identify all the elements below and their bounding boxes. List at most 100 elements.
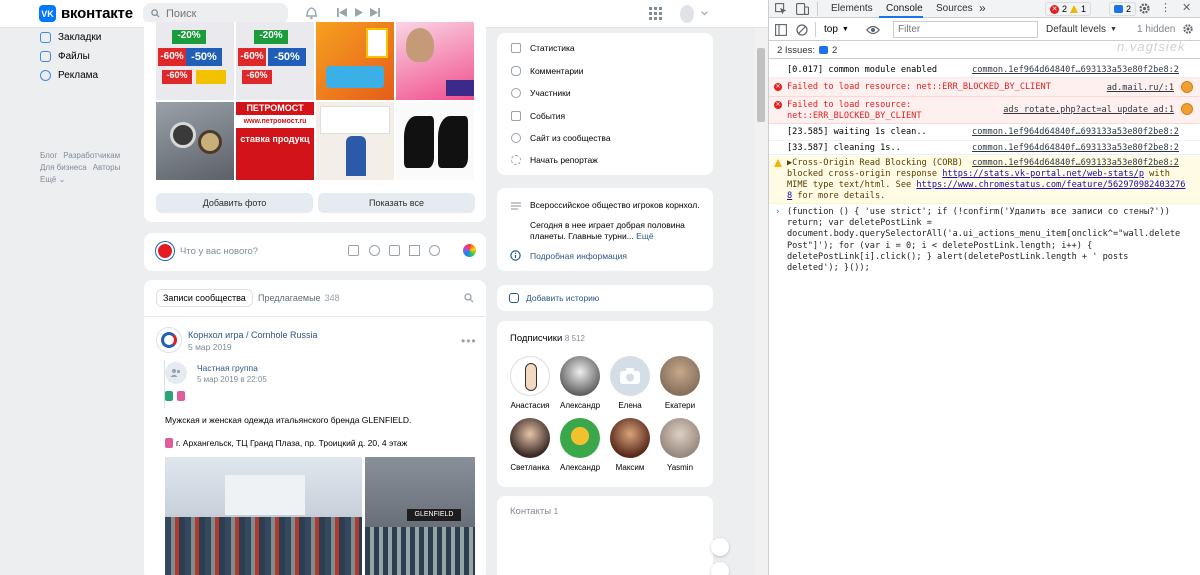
bell-icon[interactable] [305,5,318,20]
menu-members[interactable]: Участники [511,88,571,98]
next-track-icon[interactable] [370,8,380,17]
tab-elements[interactable]: Elements [831,3,873,14]
show-all-photos-button[interactable]: Показать все [318,193,475,213]
search-input[interactable] [166,7,276,20]
log-levels-dropdown[interactable]: Default levels ▼ [1046,24,1117,35]
composer-placeholder[interactable]: Что у вас нового? [180,246,258,257]
console-source-link[interactable]: common.1ef964d64840f…693133a53e80f2be8:2 [972,127,1179,138]
nav-bookmarks[interactable]: Закладки [36,28,146,47]
clear-console-icon[interactable] [796,24,808,36]
console-command[interactable]: › (function () { 'use strict'; if (!conf… [769,204,1200,276]
vk-logo[interactable]: VK вконтакте [39,5,133,22]
device-toolbar-icon[interactable] [796,3,809,15]
poll-icon[interactable] [409,245,420,256]
description-more-link[interactable]: Ещё [636,231,653,241]
apps-grid-icon[interactable] [649,7,662,20]
menu-comments[interactable]: Комментарии [511,66,584,76]
console-source-link[interactable]: common.1ef964d64840f…693133a53e80f2be8:2 [968,158,1179,169]
command-code[interactable]: (function () { 'use strict'; if (!confir… [787,207,1199,274]
search-icon[interactable] [464,293,474,303]
tab-community-posts[interactable]: Записи сообщества [156,289,253,307]
subscriber-item[interactable]: Елена [608,356,652,410]
photo-icon[interactable] [348,245,359,256]
play-icon[interactable] [355,8,363,17]
scroll-up-button[interactable] [711,538,729,556]
post-photo-store-front[interactable]: GLENFIELD [365,457,475,575]
photo-promo-1[interactable] [316,22,394,100]
subscriber-item[interactable]: Александр [558,356,602,410]
post-more-icon[interactable]: ••• [461,334,477,348]
post-photo-store-interior[interactable] [165,457,362,575]
console-source-link[interactable]: common.1ef964d64840f…693133a53e80f2be8:2 [972,143,1179,154]
nav-files[interactable]: Файлы [36,47,146,66]
post-author-avatar[interactable] [156,327,182,353]
repost-date[interactable]: 5 мар 2019 в 22:05 [197,375,267,384]
menu-live[interactable]: Начать репортаж [511,155,598,165]
subscriber-item[interactable]: Александр [558,418,602,472]
console-source-link[interactable]: common.1ef964d64840f…693133a53e80f2be8:2 [972,65,1179,76]
details-link[interactable]: Подробная информация [530,251,627,261]
chromestatus-link[interactable]: https://www.chromestatus.com/feature/562… [916,180,1185,190]
tab-sources[interactable]: Sources [936,3,973,14]
context-selector[interactable]: top ▼ [824,24,849,35]
subscriber-item[interactable]: Екатери [658,356,702,410]
sticker-icon[interactable] [429,245,440,256]
menu-events[interactable]: События [511,111,565,121]
video-icon[interactable] [369,245,380,256]
more-tabs-button[interactable]: » [979,1,986,15]
footer-dev[interactable]: Разработчикам [63,151,120,160]
add-photo-button[interactable]: Добавить фото [156,193,313,213]
subscriber-item[interactable]: Yasmin [658,418,702,472]
search-box[interactable] [143,3,288,24]
post-author[interactable]: Корнхол игра / Cornhole Russia [188,330,318,340]
repost-avatar[interactable] [165,362,187,384]
footer-authors[interactable]: Авторы [93,163,121,172]
subscriber-item[interactable]: Максим [608,418,652,472]
close-icon[interactable]: ✕ [1182,1,1191,14]
console-settings-icon[interactable] [1182,23,1194,35]
post-date[interactable]: 5 мар 2019 [188,342,232,352]
photo-sale-2[interactable]: -20% -60% -50% -60% [236,22,314,100]
tab-console[interactable]: Console [886,3,923,14]
photo-renovation[interactable] [316,102,394,180]
console-source-link[interactable]: ads_rotate.php?act=al_update_ad:1 [1003,105,1174,116]
photo-promo-2[interactable] [396,22,474,100]
post-composer[interactable]: Что у вас нового? [144,233,486,271]
color-theme-icon[interactable] [463,244,476,257]
tab-suggested[interactable]: Предлагаемые 348 [258,293,340,303]
add-story-card[interactable]: Добавить историю [497,285,713,311]
subscribers-heading[interactable]: Подписчики 8 512 [510,333,585,344]
nav-ads[interactable]: Реклама [36,66,146,85]
repost-author[interactable]: Частная группа [197,363,258,373]
footer-business[interactable]: Для бизнеса [40,163,87,172]
gear-icon[interactable] [1138,2,1151,15]
subscriber-item[interactable]: Анастасия [508,356,552,410]
user-avatar[interactable] [680,5,694,23]
issues-bar[interactable]: 2 Issues: 2 [769,42,1200,59]
subscriber-item[interactable]: Светланка [508,418,552,472]
footer-more[interactable]: Ещё ⌄ [40,175,65,184]
eye-icon[interactable] [866,25,880,35]
kebab-menu-icon[interactable]: ⋮ [1160,1,1171,14]
menu-site[interactable]: Сайт из сообщества [511,133,611,143]
menu-statistics[interactable]: Статистика [511,43,575,53]
sidebar-toggle-icon[interactable] [775,24,787,36]
inspect-element-icon[interactable] [775,3,787,15]
photo-petromost[interactable]: ПЕТРОМОСТ www.петромост.ru ставка продук… [236,102,314,180]
photo-watches[interactable] [156,102,234,180]
console-source-link[interactable]: ad.mail.ru/:1 [1107,83,1174,94]
settings-float-button[interactable] [711,562,729,575]
music-icon[interactable] [389,245,400,256]
error-warning-counter[interactable]: ✕ 2 1 [1045,2,1092,16]
issues-counter[interactable]: 2 [1109,2,1137,16]
add-story-link[interactable]: Добавить историю [526,293,599,303]
prev-track-icon[interactable] [337,8,347,17]
chevron-down-icon[interactable] [701,11,708,16]
corb-url-link[interactable]: https://stats.vk-portal.net/web-stats/p [942,169,1144,179]
footer-blog[interactable]: Блог [40,151,57,160]
page-scrollbar-thumb[interactable] [757,48,765,122]
console-filter-input[interactable] [893,21,1038,38]
photo-shoes[interactable] [396,102,474,180]
contacts-heading[interactable]: Контакты 1 [510,506,558,517]
photo-sale-1[interactable]: -20% -60% -50% -60% [156,22,234,100]
